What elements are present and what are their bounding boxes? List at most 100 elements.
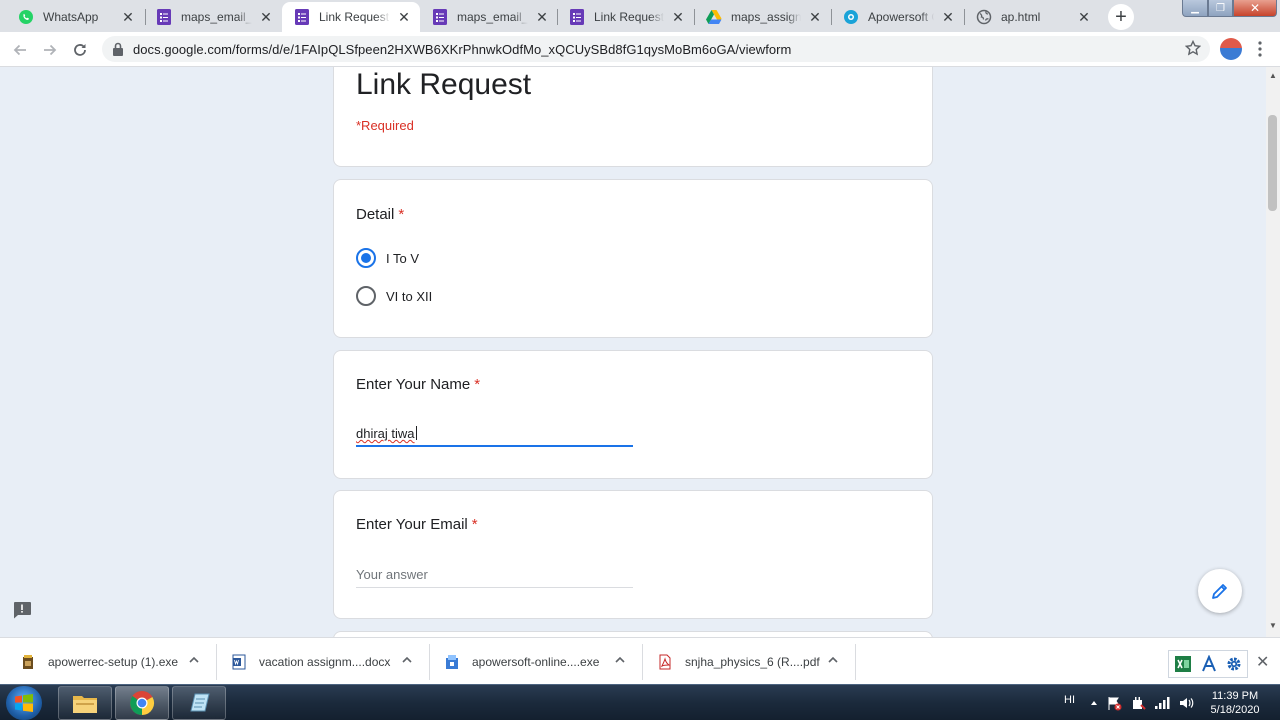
tab-whatsapp[interactable]: WhatsApp ✕ [6, 2, 144, 32]
tab-title: maps_email_collection [457, 10, 528, 24]
clock-time: 11:39 PM [1211, 690, 1259, 702]
taskbar-notepad[interactable] [172, 686, 226, 720]
action-center-flag-icon[interactable] [1106, 695, 1122, 711]
back-arrow-icon [13, 44, 26, 56]
tab-maps-assignment[interactable]: maps_assignment ✕ [694, 2, 831, 32]
show-hidden-icons-arrow-icon[interactable] [1090, 699, 1098, 707]
forms-icon [432, 9, 448, 25]
close-download-bar-icon[interactable]: ✕ [1256, 652, 1269, 672]
forward-button[interactable] [38, 38, 62, 62]
tab-close-icon[interactable]: ✕ [940, 9, 956, 25]
tab-close-icon[interactable]: ✕ [1076, 9, 1092, 25]
back-button[interactable] [8, 38, 32, 62]
forms-icon [294, 9, 310, 25]
notepad-icon [190, 693, 210, 712]
name-input[interactable]: dhiraj tiwa [356, 417, 633, 447]
chevron-up-icon[interactable] [401, 654, 413, 666]
tab-close-icon[interactable]: ✕ [396, 9, 412, 25]
start-button[interactable] [6, 686, 42, 720]
tab-title: maps_assignment [731, 10, 801, 24]
chevron-up-icon[interactable] [188, 654, 200, 666]
chrome-icon [130, 691, 155, 715]
question-label: Detail [356, 206, 395, 223]
tab-close-icon[interactable]: ✕ [670, 9, 686, 25]
forms-icon [569, 9, 585, 25]
more-options-icon[interactable] [1254, 40, 1266, 58]
address-bar[interactable]: docs.google.com/forms/d/e/1FAIpQLSfpeen2… [102, 36, 1210, 62]
installer-icon [446, 654, 458, 669]
tab-ap-html[interactable]: ap.html ✕ [964, 2, 1100, 32]
bookmark-star-icon[interactable] [1185, 40, 1201, 56]
close-window-button[interactable]: ✕ [1233, 0, 1277, 17]
download-filename: snjha_physics_6 (R....pdf [685, 654, 820, 669]
tab-maps-email-collection-2[interactable]: maps_email_collection ✕ [420, 2, 558, 32]
whatsapp-icon [18, 9, 34, 25]
drive-icon [706, 9, 722, 25]
lock-icon [113, 42, 123, 56]
tab-link-request-2[interactable]: Link Request ✕ [557, 2, 694, 32]
volume-icon[interactable] [1178, 695, 1194, 711]
new-tab-button[interactable]: + [1108, 4, 1134, 30]
power-plug-icon[interactable] [1130, 695, 1146, 711]
radio-option-i-to-v[interactable]: I To V [356, 248, 419, 268]
taskbar-chrome[interactable] [115, 686, 169, 720]
taskbar-file-explorer[interactable] [58, 686, 112, 720]
tab-close-icon[interactable]: ✕ [258, 9, 274, 25]
tab-maps-email-collection[interactable]: maps_email_collection ✕ [144, 2, 282, 32]
windows-logo-icon [15, 694, 33, 712]
chevron-up-icon[interactable] [827, 654, 839, 666]
question-card-name: Enter Your Name * dhiraj tiwa [333, 350, 933, 479]
download-item[interactable]: apowerrec-setup (1).exe [0, 638, 215, 685]
required-asterisk: * [398, 206, 405, 223]
tab-title: Link Request [594, 10, 664, 24]
tab-link-request-active[interactable]: Link Request ✕ [282, 2, 420, 32]
required-asterisk: * [474, 376, 481, 393]
apowersoft-icon [843, 9, 859, 25]
radio-button[interactable] [356, 286, 376, 306]
tab-strip: WhatsApp ✕ maps_email_collection ✕ Link … [0, 0, 1280, 32]
input-underline [356, 587, 633, 588]
scroll-down-arrow[interactable]: ▼ [1269, 621, 1277, 630]
ime-toolbar [1168, 650, 1248, 678]
tab-title: WhatsApp [43, 10, 99, 24]
browser-toolbar: docs.google.com/forms/d/e/1FAIpQLSfpeen2… [0, 32, 1280, 67]
page-scrollbar[interactable]: ▲ ▼ [1266, 67, 1280, 637]
minimize-button[interactable]: ▁ [1182, 0, 1208, 17]
network-signal-icon[interactable] [1154, 695, 1170, 711]
edit-fab-button[interactable] [1198, 569, 1242, 613]
download-item[interactable]: apowersoft-online....exe [424, 638, 642, 685]
tab-close-icon[interactable]: ✕ [120, 9, 136, 25]
chevron-up-icon[interactable] [614, 654, 626, 666]
reload-button[interactable] [68, 38, 92, 62]
spreadsheet-icon[interactable] [1173, 654, 1193, 674]
input-underline-focused [356, 445, 633, 447]
email-input[interactable]: Your answer [356, 558, 633, 588]
question-title-name: Enter Your Name * [356, 376, 480, 393]
scroll-thumb[interactable] [1268, 115, 1277, 211]
tab-close-icon[interactable]: ✕ [534, 9, 550, 25]
download-item[interactable]: snjha_physics_6 (R....pdf [637, 638, 855, 685]
required-asterisk: * [471, 516, 478, 533]
profile-avatar[interactable] [1220, 38, 1242, 60]
form-title: Link Request [356, 68, 532, 101]
tab-close-icon[interactable]: ✕ [807, 9, 823, 25]
form-page: Link Request *Required Detail * I To V VI… [0, 67, 1266, 637]
download-item[interactable]: vacation assignm....docx [211, 638, 429, 685]
radio-button-selected[interactable] [356, 248, 376, 268]
feedback-icon[interactable] [12, 601, 32, 619]
tab-title: Apowersoft Online [868, 10, 934, 24]
maximize-button[interactable]: ❐ [1208, 0, 1233, 17]
question-card-detail: Detail * I To V VI to XII [333, 179, 933, 338]
email-placeholder: Your answer [356, 567, 428, 582]
question-title-detail: Detail * [356, 206, 404, 223]
scroll-up-arrow[interactable]: ▲ [1269, 71, 1277, 80]
font-a-icon[interactable] [1201, 655, 1217, 673]
keyboard-language[interactable]: HI [1064, 694, 1075, 706]
taskbar-clock[interactable]: 11:39 PM 5/18/2020 [1200, 689, 1270, 717]
tab-apowersoft-online[interactable]: Apowersoft Online ✕ [831, 2, 964, 32]
forms-icon [156, 9, 172, 25]
settings-gear-icon[interactable] [1225, 655, 1243, 673]
clock-date: 5/18/2020 [1210, 704, 1260, 716]
question-label: Enter Your Name [356, 376, 471, 393]
radio-option-vi-to-xii[interactable]: VI to XII [356, 286, 432, 306]
